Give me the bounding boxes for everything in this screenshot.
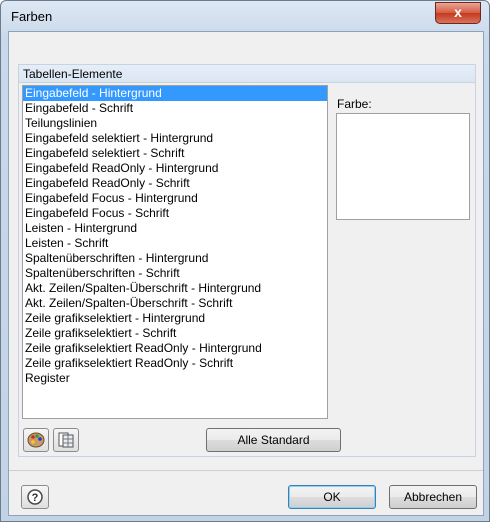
- svg-text:?: ?: [32, 492, 39, 504]
- copy-table-button[interactable]: [53, 428, 79, 452]
- list-item[interactable]: Eingabefeld ReadOnly - Hintergrund: [23, 161, 327, 176]
- all-default-label: Alle Standard: [237, 433, 310, 447]
- separator: [9, 470, 483, 471]
- list-item[interactable]: Eingabefeld Focus - Hintergrund: [23, 191, 327, 206]
- close-button[interactable]: x: [435, 2, 481, 24]
- cancel-button[interactable]: Abbrechen: [389, 485, 477, 509]
- list-item[interactable]: Eingabefeld ReadOnly - Schrift: [23, 176, 327, 191]
- palette-icon: [27, 432, 45, 448]
- palette-button[interactable]: [23, 428, 49, 452]
- farben-dialog: Farben x Tabellen-Elemente Eingabefeld -…: [0, 0, 490, 522]
- cancel-label: Abbrechen: [403, 490, 463, 504]
- list-item[interactable]: Spaltenüberschriften - Hintergrund: [23, 251, 327, 266]
- group-title: Tabellen-Elemente: [23, 67, 123, 81]
- table-elements-group: Tabellen-Elemente Eingabefeld - Hintergr…: [18, 64, 476, 457]
- table-elements-list[interactable]: Eingabefeld - Hintergrund Eingabefeld - S…: [22, 85, 328, 419]
- list-item[interactable]: Register: [23, 371, 327, 386]
- list-item[interactable]: Zeile grafikselektiert - Schrift: [23, 326, 327, 341]
- list-item[interactable]: Akt. Zeilen/Spalten-Überschrift - Hinter…: [23, 281, 327, 296]
- window-title: Farben: [11, 9, 53, 24]
- list-item[interactable]: Eingabefeld selektiert - Hintergrund: [23, 131, 327, 146]
- list-item[interactable]: Eingabefeld Focus - Schrift: [23, 206, 327, 221]
- ok-label: OK: [323, 490, 341, 504]
- list-item[interactable]: Eingabefeld - Hintergrund: [23, 86, 327, 101]
- group-header: Tabellen-Elemente: [19, 65, 475, 83]
- list-item[interactable]: Zeile grafikselektiert - Hintergrund: [23, 311, 327, 326]
- list-item[interactable]: Zeile grafikselektiert ReadOnly - Schrif…: [23, 356, 327, 371]
- color-label: Farbe:: [337, 97, 372, 111]
- title-bar: Farben x: [1, 1, 489, 31]
- help-button[interactable]: ?: [21, 485, 49, 509]
- color-preview[interactable]: [336, 113, 470, 220]
- all-default-button[interactable]: Alle Standard: [206, 428, 341, 452]
- list-item[interactable]: Spaltenüberschriften - Schrift: [23, 266, 327, 281]
- close-icon: x: [454, 4, 462, 20]
- list-item[interactable]: Leisten - Hintergrund: [23, 221, 327, 236]
- ok-button[interactable]: OK: [288, 485, 376, 509]
- list-item[interactable]: Leisten - Schrift: [23, 236, 327, 251]
- help-icon: ?: [27, 489, 43, 505]
- list-item[interactable]: Eingabefeld - Schrift: [23, 101, 327, 116]
- list-item[interactable]: Akt. Zeilen/Spalten-Überschrift - Schrif…: [23, 296, 327, 311]
- table-copy-icon: [58, 432, 74, 448]
- list-item[interactable]: Teilungslinien: [23, 116, 327, 131]
- dialog-body: Tabellen-Elemente Eingabefeld - Hintergr…: [8, 31, 484, 516]
- list-item[interactable]: Eingabefeld selektiert - Schrift: [23, 146, 327, 161]
- list-item[interactable]: Zeile grafikselektiert ReadOnly - Hinter…: [23, 341, 327, 356]
